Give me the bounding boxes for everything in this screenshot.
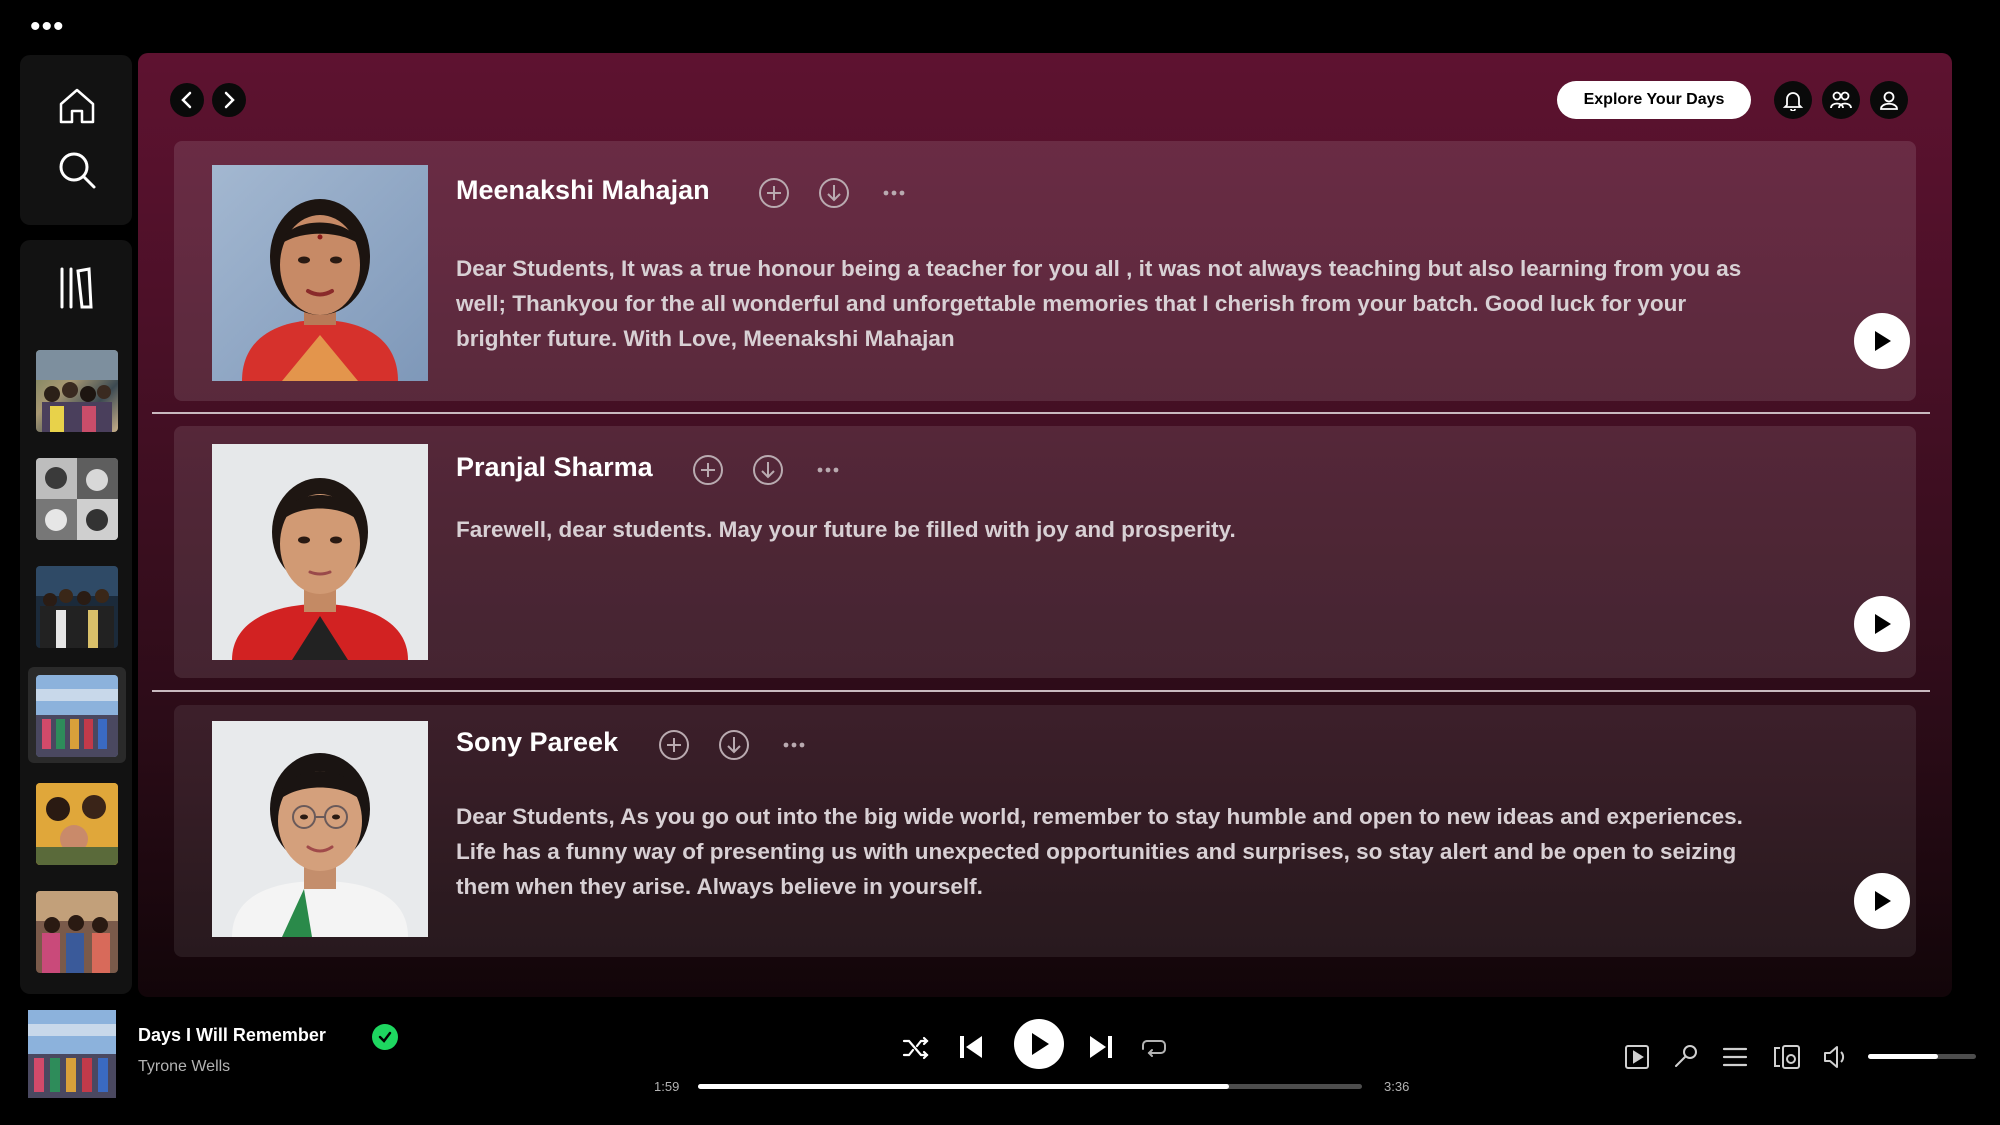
volume-button[interactable]: [1822, 1042, 1852, 1072]
queue-icon: [1722, 1047, 1748, 1067]
lyrics-icon: [1675, 1045, 1697, 1067]
message-card-2: Pranjal Sharma Farewell, dear students. …: [174, 426, 1916, 678]
play-icon: [1875, 331, 1891, 351]
add-circle-icon[interactable]: [758, 177, 790, 209]
card-divider: [152, 690, 1930, 692]
now-playing-artist[interactable]: Tyrone Wells: [138, 1058, 230, 1076]
user-icon: [1880, 91, 1898, 110]
previous-icon: [960, 1036, 982, 1058]
teacher-photo: [212, 721, 428, 937]
forward-button[interactable]: [212, 83, 246, 117]
friend-activity-button[interactable]: [1822, 81, 1860, 119]
play-icon: [1875, 614, 1891, 634]
library-item-3[interactable]: [36, 566, 118, 648]
library-item-4-active[interactable]: [36, 675, 118, 757]
now-playing-title[interactable]: Days I Will Remember: [138, 1025, 326, 1046]
more-icon[interactable]: [878, 177, 910, 209]
teacher-name: Sony Pareek: [456, 727, 619, 757]
notifications-button[interactable]: [1774, 81, 1812, 119]
card-actions: [758, 177, 910, 209]
library-item-2[interactable]: [36, 458, 118, 540]
back-button[interactable]: [170, 83, 204, 117]
home-icon[interactable]: [56, 85, 98, 127]
progress-bar[interactable]: [698, 1084, 1362, 1089]
teacher-name: Meenakshi Mahajan: [456, 175, 710, 205]
add-circle-icon[interactable]: [658, 729, 690, 761]
explore-your-days-button[interactable]: Explore Your Days: [1557, 81, 1751, 119]
next-button[interactable]: [1084, 1030, 1118, 1064]
teacher-photo: [212, 444, 428, 660]
app-menu-dots[interactable]: •••: [30, 12, 65, 42]
connect-device-icon: [1774, 1045, 1800, 1069]
download-icon[interactable]: [818, 177, 850, 209]
card-play-button[interactable]: [1854, 873, 1910, 929]
library-item-6[interactable]: [36, 891, 118, 973]
volume-slider[interactable]: [1868, 1054, 1976, 1059]
now-playing-view-button[interactable]: [1622, 1042, 1652, 1072]
teacher-name: Pranjal Sharma: [456, 452, 653, 482]
lyrics-button[interactable]: [1670, 1042, 1700, 1072]
queue-button[interactable]: [1720, 1042, 1750, 1072]
progress-fill: [698, 1084, 1230, 1089]
connect-device-button[interactable]: [1772, 1042, 1802, 1072]
volume-icon: [1824, 1046, 1845, 1068]
shuffle-button[interactable]: [900, 1032, 932, 1064]
card-message: Farewell, dear students. May your future…: [456, 517, 1236, 542]
now-playing-cover[interactable]: [28, 1010, 116, 1098]
previous-button[interactable]: [954, 1030, 988, 1064]
repeat-icon: [1142, 1040, 1166, 1057]
sidebar-library: [20, 240, 132, 994]
library-icon[interactable]: [58, 265, 94, 311]
download-icon[interactable]: [752, 454, 784, 486]
card-message: Dear Students, As you go out into the bi…: [456, 804, 1743, 899]
download-icon[interactable]: [718, 729, 750, 761]
card-actions: [658, 729, 810, 761]
search-icon[interactable]: [56, 149, 98, 191]
repeat-button[interactable]: [1138, 1032, 1170, 1064]
main-content: Explore Your Days Meenakshi Mahajan Dear…: [138, 53, 1952, 997]
shuffle-icon: [902, 1036, 929, 1060]
library-item-1[interactable]: [36, 350, 118, 432]
elapsed-time: 1:59: [654, 1079, 680, 1094]
forward-arrow-icon: [224, 91, 235, 109]
card-actions: [692, 454, 844, 486]
more-icon[interactable]: [778, 729, 810, 761]
bell-icon: [1782, 92, 1804, 111]
teacher-photo: [212, 165, 428, 381]
more-icon[interactable]: [812, 454, 844, 486]
next-icon: [1090, 1036, 1112, 1058]
card-message: Dear Students, It was a true honour bein…: [456, 256, 1742, 351]
total-time: 3:36: [1384, 1079, 1410, 1094]
main-play-button[interactable]: [1014, 1019, 1064, 1069]
profile-button[interactable]: [1870, 81, 1908, 119]
message-card-3: Sony Pareek Dear Students, As you go out…: [174, 705, 1916, 957]
volume-fill: [1868, 1054, 1939, 1059]
friends-icon: [1830, 91, 1852, 109]
play-icon: [1032, 1033, 1049, 1055]
message-card-1: Meenakshi Mahajan Dear Students, It was …: [174, 141, 1916, 401]
now-playing-view-icon: [1625, 1045, 1649, 1069]
card-play-button[interactable]: [1854, 313, 1910, 369]
card-divider: [152, 412, 1930, 414]
library-item-5[interactable]: [36, 783, 118, 865]
card-play-button[interactable]: [1854, 596, 1910, 652]
sidebar-nav: [20, 55, 132, 225]
back-arrow-icon: [181, 91, 192, 109]
play-icon: [1875, 891, 1891, 911]
liked-check-icon[interactable]: [372, 1024, 398, 1050]
add-circle-icon[interactable]: [692, 454, 724, 486]
